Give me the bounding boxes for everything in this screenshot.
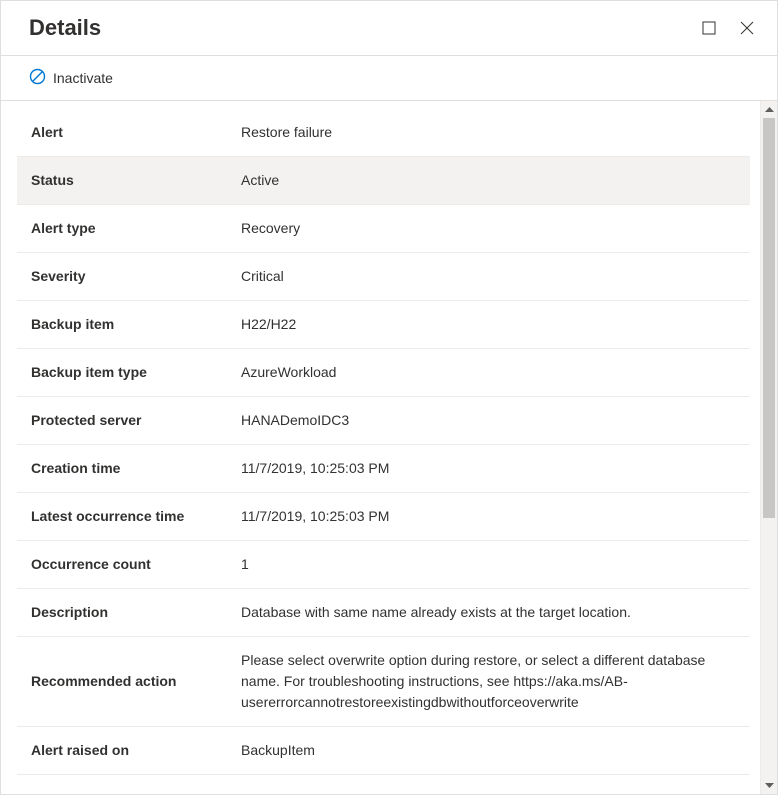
table-row: Alert raised onBackupItem [17,727,750,775]
titlebar: Details [1,1,777,56]
row-label: Alert raised on [17,727,227,775]
table-row: AlertRestore failure [17,109,750,157]
row-label: Protected server [17,397,227,445]
inactivate-button[interactable]: Inactivate [29,68,113,88]
row-label: Backup item [17,301,227,349]
row-label: Recommended action [17,637,227,727]
row-label: Occurrence count [17,541,227,589]
maximize-icon[interactable] [701,20,717,36]
row-value: Restore failure [227,109,750,157]
scroll-up-icon[interactable] [761,101,777,118]
row-value: 1 [227,541,750,589]
row-value: Critical [227,253,750,301]
details-content: AlertRestore failureStatusActiveAlert ty… [1,101,760,794]
row-value: Please select overwrite option during re… [227,637,750,727]
row-label: Severity [17,253,227,301]
table-row: Protected serverHANADemoIDC3 [17,397,750,445]
details-window: Details Inactivate AlertRestore failureS… [0,0,778,795]
inactivate-label: Inactivate [53,70,113,86]
table-row: SeverityCritical [17,253,750,301]
row-value: Database with same name already exists a… [227,589,750,637]
row-value: 11/7/2019, 10:25:03 PM [227,445,750,493]
row-label: Backup item type [17,349,227,397]
table-row: Backup item typeAzureWorkload [17,349,750,397]
row-label: Alert type [17,205,227,253]
row-value: HANADemoIDC3 [227,397,750,445]
toolbar: Inactivate [1,56,777,101]
row-label: Status [17,157,227,205]
prohibit-icon [29,68,46,88]
row-label: Latest occurrence time [17,493,227,541]
content-wrap: AlertRestore failureStatusActiveAlert ty… [1,101,777,794]
table-row: Backup itemH22/H22 [17,301,750,349]
table-row: Creation time11/7/2019, 10:25:03 PM [17,445,750,493]
window-controls [701,20,755,36]
window-title: Details [29,15,101,41]
row-value: BackupItem [227,727,750,775]
row-label: Alert [17,109,227,157]
table-row: Latest occurrence time11/7/2019, 10:25:0… [17,493,750,541]
row-value: 11/7/2019, 10:25:03 PM [227,493,750,541]
scrollbar-thumb[interactable] [763,118,775,518]
table-row: Occurrence count1 [17,541,750,589]
row-value: Active [227,157,750,205]
row-value: Recovery [227,205,750,253]
scrollbar[interactable] [760,101,777,794]
table-row: DescriptionDatabase with same name alrea… [17,589,750,637]
details-table: AlertRestore failureStatusActiveAlert ty… [17,109,750,775]
row-value: H22/H22 [227,301,750,349]
row-label: Description [17,589,227,637]
scroll-down-icon[interactable] [761,777,777,794]
row-value: AzureWorkload [227,349,750,397]
close-icon[interactable] [739,20,755,36]
table-row: StatusActive [17,157,750,205]
row-label: Creation time [17,445,227,493]
table-row: Recommended actionPlease select overwrit… [17,637,750,727]
table-row: Alert typeRecovery [17,205,750,253]
